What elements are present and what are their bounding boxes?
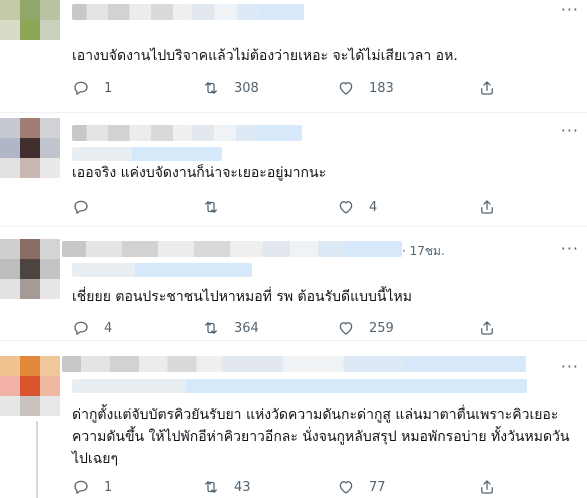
retweet-count: 43: [234, 479, 251, 495]
share-icon: [481, 200, 493, 214]
reply-icon: [74, 81, 88, 95]
tweet-actions: 4 364 259: [72, 318, 502, 338]
like-count: 77: [369, 479, 386, 495]
tweet-timestamp[interactable]: · 17ชม.: [402, 242, 445, 261]
username-blurred: [72, 125, 192, 141]
handle-blurred: [222, 356, 526, 372]
share-button[interactable]: [478, 197, 496, 217]
handle-blurred: [262, 241, 402, 257]
tweet-actions: 1 308 183: [72, 78, 502, 98]
more-icon[interactable]: ···: [561, 121, 579, 140]
tweet-text: เออจริง แค่งบจัดงานก็น่าจะเยอะอยู่มากนะ: [72, 165, 327, 181]
username-blurred: [62, 356, 222, 372]
reply-icon: [74, 200, 88, 214]
handle-blurred: [192, 125, 302, 141]
username-blurred: [72, 4, 192, 20]
reply-button[interactable]: 1: [72, 477, 112, 497]
retweet-count: 364: [234, 320, 259, 336]
reply-count: 1: [104, 479, 113, 495]
username-blurred: [62, 241, 262, 257]
avatar[interactable]: [0, 356, 60, 416]
tweet-4[interactable]: ··· ด่ากูตั้งแต่จับบัตรคิวยันรับยา แห่งว…: [0, 341, 587, 498]
retweet-icon: [205, 82, 217, 94]
retweet-button[interactable]: 43: [202, 477, 251, 497]
heart-icon: [339, 82, 353, 95]
tweet-2[interactable]: ··· เออจริง แค่งบจัดงานก็น่าจะเยอะอยู่มา…: [0, 113, 587, 225]
retweet-icon: [205, 481, 217, 493]
like-button[interactable]: 77: [337, 477, 386, 497]
retweet-icon: [205, 322, 217, 334]
handle-blurred: [192, 4, 304, 20]
tweet-text: เอางบจัดงานไปบริจาคแล้วไม่ต้องว่ายเหอะ จ…: [72, 48, 458, 64]
avatar[interactable]: [0, 239, 60, 299]
like-count: 4: [369, 199, 378, 215]
retweet-count: 308: [234, 80, 259, 96]
tweet-actions: 1 43 77: [72, 477, 502, 497]
retweet-button[interactable]: [202, 197, 234, 217]
like-count: 259: [369, 320, 394, 336]
avatar[interactable]: [0, 118, 60, 178]
like-button[interactable]: 4: [337, 197, 377, 217]
reply-icon: [74, 321, 88, 335]
tweet-text: เชี่ยยย ตอนประชาชนไปหาหมอที่ รพ ต้อนรับด…: [72, 289, 412, 305]
more-icon[interactable]: ···: [561, 239, 579, 258]
replying-to-blurred: [72, 263, 252, 277]
like-count: 183: [369, 80, 394, 96]
reply-icon: [74, 480, 88, 494]
share-icon: [481, 321, 493, 335]
like-button[interactable]: 259: [337, 318, 394, 338]
reply-button[interactable]: [72, 197, 104, 217]
tweet-3[interactable]: · 17ชม. ··· เชี่ยยย ตอนประชาชนไปหาหมอที่…: [0, 227, 587, 339]
heart-icon: [339, 481, 353, 494]
share-button[interactable]: [478, 318, 496, 338]
more-icon[interactable]: ···: [561, 357, 579, 376]
more-icon[interactable]: ···: [561, 0, 579, 19]
heart-icon: [339, 322, 353, 335]
tweet-text: ด่ากูตั้งแต่จับบัตรคิวยันรับยา แห่งวัดคว…: [72, 407, 570, 467]
reply-button[interactable]: 1: [72, 78, 112, 98]
share-icon: [481, 81, 493, 95]
retweet-icon: [205, 201, 217, 213]
retweet-button[interactable]: 364: [202, 318, 259, 338]
thread-line: [36, 421, 38, 498]
tweet-1[interactable]: ··· เอางบจัดงานไปบริจาคแล้วไม่ต้องว่ายเห…: [0, 0, 587, 112]
heart-icon: [339, 201, 353, 214]
share-button[interactable]: [478, 477, 496, 497]
replying-to-blurred: [72, 379, 527, 393]
replying-to-blurred: [72, 147, 222, 161]
reply-button[interactable]: 4: [72, 318, 112, 338]
like-button[interactable]: 183: [337, 78, 394, 98]
tweet-actions: 4: [72, 197, 502, 217]
reply-count: 4: [104, 320, 113, 336]
reply-count: 1: [104, 80, 113, 96]
retweet-button[interactable]: 308: [202, 78, 259, 98]
share-icon: [481, 480, 493, 494]
share-button[interactable]: [478, 78, 496, 98]
avatar[interactable]: [0, 0, 60, 40]
